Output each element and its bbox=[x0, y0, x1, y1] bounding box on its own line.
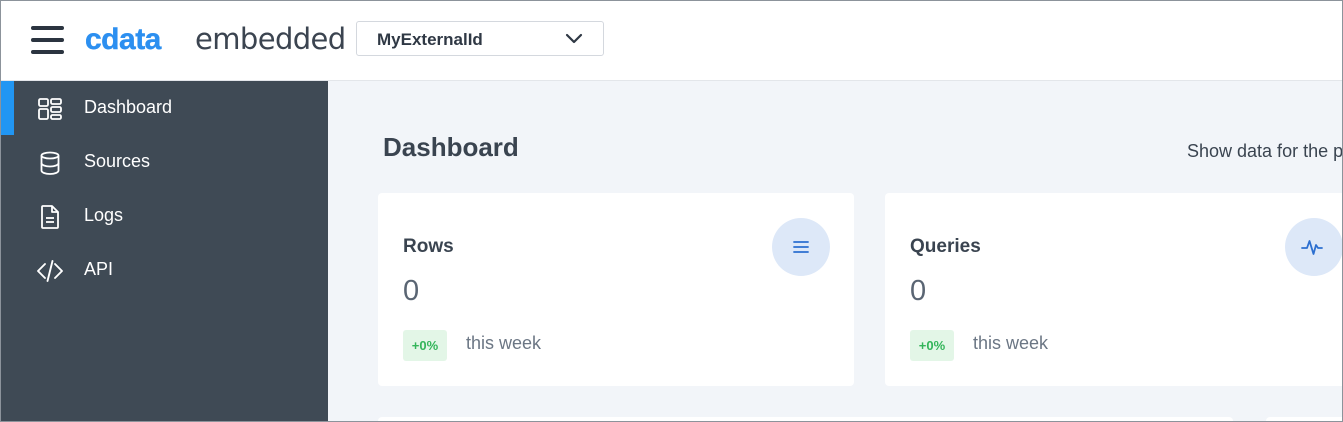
sidebar-item-logs[interactable]: Logs bbox=[1, 189, 328, 243]
card-period: this week bbox=[466, 333, 542, 353]
list-icon bbox=[772, 218, 830, 276]
logo-sub-text: embedded bbox=[195, 22, 346, 56]
sidebar: Dashboard Sources Logs API bbox=[1, 81, 328, 421]
chevron-down-icon bbox=[565, 33, 583, 44]
sidebar-item-dashboard[interactable]: Dashboard bbox=[1, 81, 328, 135]
card-value: 0 bbox=[910, 275, 927, 307]
period-filter-label: Show data for the pa bbox=[1187, 141, 1342, 161]
top-header: cdata embedded MyExternalId bbox=[1, 1, 1342, 81]
queries-card: Queries 0 +0% this week bbox=[885, 193, 1342, 386]
card-title: Queries bbox=[910, 236, 981, 257]
logo-brand-text: cdata bbox=[85, 23, 162, 56]
account-select-value: MyExternalId bbox=[377, 30, 483, 49]
dashboard-grid-icon bbox=[38, 98, 62, 120]
sidebar-item-label: Dashboard bbox=[84, 97, 173, 117]
change-badge: +0% bbox=[403, 330, 447, 361]
card-title: Rows bbox=[403, 236, 454, 257]
lower-card bbox=[378, 417, 1233, 421]
hamburger-menu-icon[interactable] bbox=[31, 26, 64, 54]
code-brackets-icon bbox=[37, 260, 63, 282]
main-content: Dashboard Show data for the pa Rows 0 +0… bbox=[328, 81, 1342, 421]
pulse-icon bbox=[1285, 218, 1342, 276]
sidebar-item-label: Logs bbox=[84, 205, 124, 225]
lower-card bbox=[1266, 417, 1342, 421]
rows-card: Rows 0 +0% this week bbox=[378, 193, 854, 386]
sidebar-item-sources[interactable]: Sources bbox=[1, 135, 328, 189]
card-period: this week bbox=[973, 333, 1049, 353]
page-title: Dashboard bbox=[383, 132, 519, 162]
document-icon bbox=[41, 205, 59, 229]
card-value: 0 bbox=[403, 275, 420, 307]
database-icon bbox=[40, 151, 60, 175]
account-select[interactable]: MyExternalId bbox=[356, 21, 604, 56]
change-badge: +0% bbox=[910, 330, 954, 361]
sidebar-item-api[interactable]: API bbox=[1, 243, 328, 297]
sidebar-item-label: API bbox=[84, 259, 114, 279]
sidebar-item-label: Sources bbox=[84, 151, 151, 171]
app-window: cdata embedded MyExternalId Dashboard So… bbox=[0, 0, 1343, 422]
